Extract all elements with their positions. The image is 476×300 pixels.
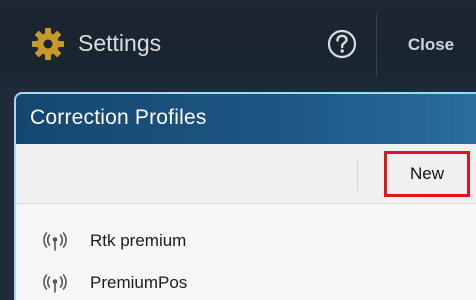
panel-toolbar: New xyxy=(16,144,476,204)
profile-list-item-premiumpos[interactable]: PremiumPos xyxy=(16,264,476,300)
antenna-signal-icon xyxy=(43,232,67,251)
antenna-signal-icon xyxy=(43,274,67,293)
help-icon[interactable] xyxy=(327,29,357,59)
gear-icon xyxy=(32,28,64,60)
toolbar-divider xyxy=(357,158,358,190)
new-button-label: New xyxy=(409,164,444,183)
topbar-divider xyxy=(376,14,377,76)
settings-title: Settings xyxy=(78,30,162,56)
profile-list-item-rtk-premium[interactable]: Rtk premium xyxy=(16,222,476,260)
panel-title: Correction Profiles xyxy=(30,106,207,129)
close-button[interactable]: Close xyxy=(388,35,474,57)
profile-label: Rtk premium xyxy=(90,231,187,250)
profile-label: PremiumPos xyxy=(90,273,188,292)
correction-profiles-panel: Correction Profiles New Rtk premium Prem… xyxy=(14,92,476,300)
new-profile-button[interactable]: New xyxy=(384,151,470,197)
settings-topbar: Settings Close xyxy=(0,0,476,88)
panel-header: Correction Profiles xyxy=(16,94,476,144)
